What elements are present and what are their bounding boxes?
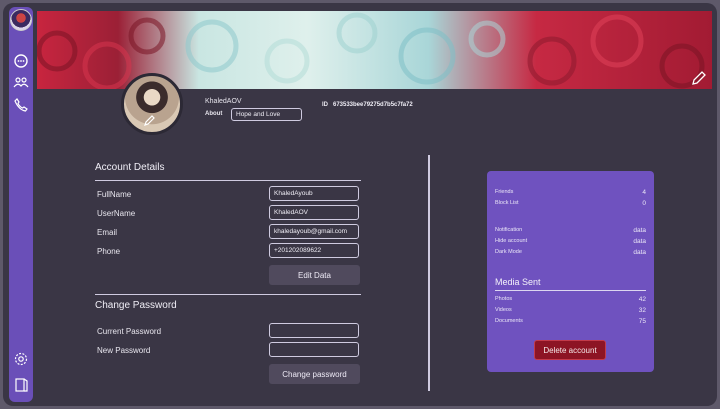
email-field[interactable]: khaledayoub@gmail.com xyxy=(269,224,359,239)
call-icon[interactable] xyxy=(11,95,31,115)
app-window: KhaledAOV About Hope and Love ID 673533b… xyxy=(3,3,717,406)
dark-mode-row[interactable]: Dark Mode data xyxy=(495,249,646,256)
friends-count: 4 xyxy=(642,189,646,196)
email-label: Email xyxy=(97,228,118,237)
delete-account-button[interactable]: Delete account xyxy=(534,340,606,360)
fullname-field[interactable]: KhaledAyoub xyxy=(269,186,359,201)
new-password-field[interactable] xyxy=(269,342,359,357)
fullname-label: FullName xyxy=(97,190,132,199)
dark-mode-value: data xyxy=(633,249,646,256)
videos-row[interactable]: Videos 32 xyxy=(495,307,646,314)
username-field[interactable]: KhaledAOV xyxy=(269,205,359,220)
documents-label: Documents xyxy=(495,318,523,324)
group-icon[interactable] xyxy=(11,73,31,93)
change-password-title: Change Password xyxy=(95,300,177,311)
account-divider xyxy=(95,180,361,181)
current-password-field[interactable] xyxy=(269,323,359,338)
edit-data-button[interactable]: Edit Data xyxy=(269,265,360,285)
sidebar xyxy=(9,7,33,402)
notification-label: Notification xyxy=(495,227,523,233)
edit-banner-icon[interactable] xyxy=(690,69,708,87)
videos-count: 32 xyxy=(638,307,646,314)
documents-count: 75 xyxy=(638,318,646,325)
hide-account-row[interactable]: Hide account data xyxy=(495,238,646,245)
hide-account-label: Hide account xyxy=(495,238,528,244)
vertical-divider xyxy=(428,155,430,391)
new-password-label: New Password xyxy=(97,346,151,355)
current-password-label: Current Password xyxy=(97,327,162,336)
photos-count: 42 xyxy=(638,296,646,303)
phone-label: Phone xyxy=(97,247,121,256)
documents-row[interactable]: Documents 75 xyxy=(495,318,646,325)
id-value: 673533bee79275d7b5c7fa72 xyxy=(333,102,413,108)
blocklist-label: Block List xyxy=(495,200,519,206)
app-logo-icon[interactable] xyxy=(10,9,32,31)
username-label: UserName xyxy=(97,209,136,218)
photos-row[interactable]: Photos 42 xyxy=(495,296,646,303)
dark-mode-label: Dark Mode xyxy=(495,249,522,255)
change-password-button[interactable]: Change password xyxy=(269,364,360,384)
chat-icon[interactable] xyxy=(11,51,31,71)
logout-icon[interactable] xyxy=(11,375,31,395)
blocklist-row[interactable]: Block List 0 xyxy=(495,200,646,207)
id-label: ID xyxy=(322,102,328,108)
about-field[interactable]: Hope and Love xyxy=(231,108,302,121)
media-divider xyxy=(495,290,646,291)
friends-row[interactable]: Friends 4 xyxy=(495,189,646,196)
photos-label: Photos xyxy=(495,296,513,302)
blocklist-count: 0 xyxy=(642,200,646,207)
notification-row[interactable]: Notification data xyxy=(495,227,646,234)
notification-value: data xyxy=(633,227,646,234)
edit-avatar-icon[interactable] xyxy=(143,113,157,127)
settings-icon[interactable] xyxy=(11,349,31,369)
media-sent-title: Media Sent xyxy=(495,277,541,287)
account-details-title: Account Details xyxy=(95,162,165,173)
stats-card: Friends 4 Block List 0 Notification data… xyxy=(487,171,654,372)
phone-field[interactable]: +201202089622 xyxy=(269,243,359,258)
friends-label: Friends xyxy=(495,189,514,195)
password-divider xyxy=(95,294,361,295)
videos-label: Videos xyxy=(495,307,512,313)
profile-username: KhaledAOV xyxy=(205,98,242,105)
hide-account-value: data xyxy=(633,238,646,245)
about-label: About xyxy=(205,111,223,117)
